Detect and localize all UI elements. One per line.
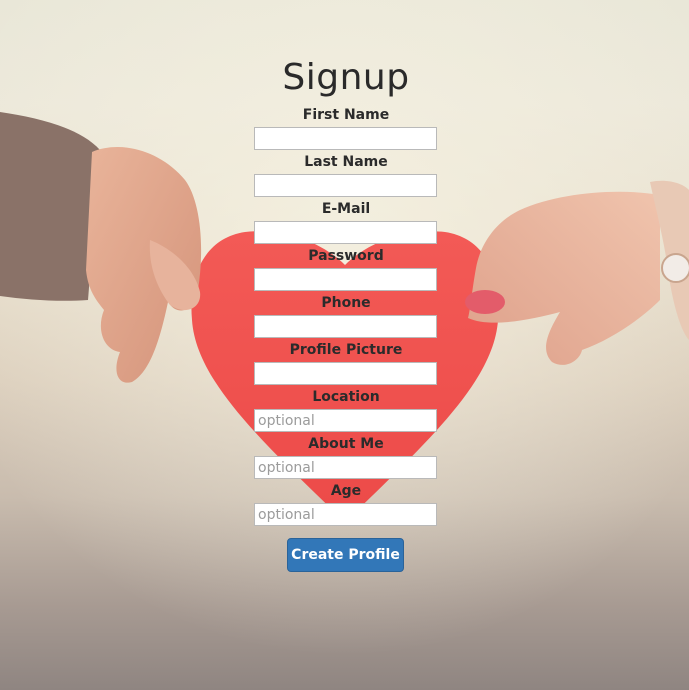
right-fingernail [465, 290, 505, 314]
page-title: Signup [282, 57, 410, 98]
password-input[interactable] [254, 268, 437, 291]
last-name-label: Last Name [304, 154, 388, 170]
profile-picture-input[interactable] [254, 362, 437, 385]
location-input[interactable] [254, 409, 437, 432]
first-name-label: First Name [302, 107, 390, 123]
last-name-input[interactable] [254, 174, 437, 197]
phone-label: Phone [321, 295, 371, 311]
first-name-input[interactable] [254, 127, 437, 150]
bracelet-charm [661, 253, 689, 283]
location-label: Location [312, 389, 380, 405]
age-input[interactable] [254, 503, 437, 526]
signup-form: Signup First Name Last Name E-Mail Passw… [254, 56, 437, 572]
password-label: Password [308, 248, 384, 264]
about-me-input[interactable] [254, 456, 437, 479]
about-me-label: About Me [308, 436, 384, 452]
phone-input[interactable] [254, 315, 437, 338]
profile-picture-label: Profile Picture [289, 342, 403, 358]
left-sleeve [0, 112, 100, 301]
signup-page: Signup First Name Last Name E-Mail Passw… [0, 0, 689, 690]
email-label: E-Mail [321, 201, 371, 217]
email-input[interactable] [254, 221, 437, 244]
create-profile-button[interactable]: Create Profile [287, 538, 404, 572]
age-label: Age [330, 483, 362, 499]
